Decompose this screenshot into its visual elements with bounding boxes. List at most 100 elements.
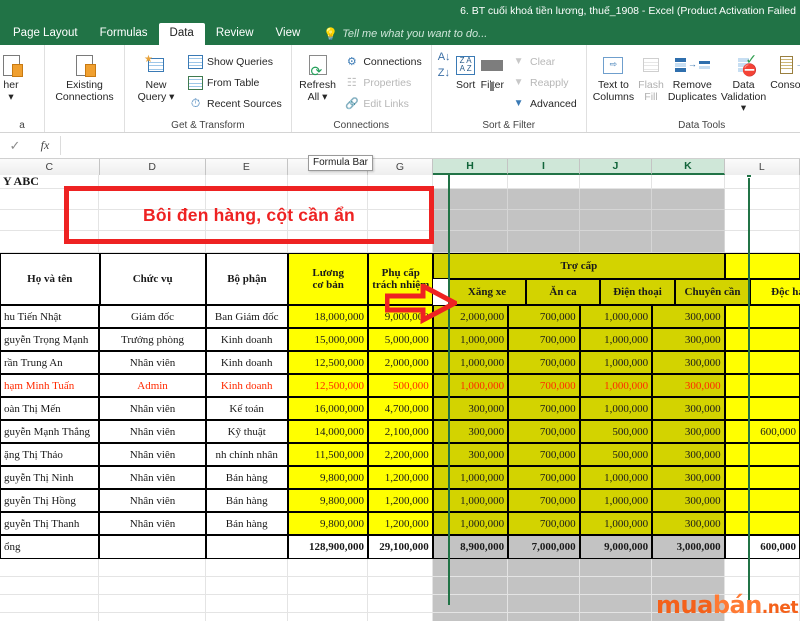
cell-selected-blank[interactable] (579, 577, 653, 595)
column-header-c[interactable]: C (0, 159, 100, 175)
cell-blank[interactable] (724, 175, 800, 189)
cell-blank[interactable] (287, 613, 368, 621)
cell-blank[interactable] (205, 559, 288, 577)
cell-selected-blank[interactable] (579, 595, 653, 613)
cell-phone[interactable]: 1,000,000 (579, 328, 653, 351)
total-cell-allowance[interactable]: 29,100,000 (367, 535, 433, 559)
cell-meal[interactable]: 700,000 (508, 305, 580, 328)
cell-department[interactable]: Kinh doanh (205, 351, 288, 374)
cell-position[interactable]: Giám đốc (99, 305, 206, 328)
cell-selected-blank[interactable] (432, 189, 509, 210)
cell-selected-blank[interactable] (652, 559, 725, 577)
cell-department[interactable]: Bán hàng (205, 466, 288, 489)
cell-hazard[interactable] (724, 397, 800, 420)
cell-responsibility-allowance[interactable]: 2,200,000 (367, 443, 433, 466)
cell-blank[interactable] (99, 595, 206, 613)
header-cell-attendance[interactable]: Chuyên cần (675, 279, 750, 305)
cell-blank[interactable] (205, 595, 288, 613)
cell-department[interactable]: Bán hàng (205, 512, 288, 535)
cell-blank[interactable] (432, 175, 509, 189)
sort-ascending-icon[interactable]: A↓ (438, 52, 451, 63)
formula-input[interactable] (60, 136, 800, 155)
show-queries-button[interactable]: Show Queries (185, 52, 285, 71)
cell-selected-blank[interactable] (508, 210, 580, 231)
cell-hazard[interactable] (724, 466, 800, 489)
cell-phone[interactable]: 1,000,000 (579, 397, 653, 420)
column-header-j[interactable]: J (579, 159, 653, 175)
cell-responsibility-allowance[interactable]: 500,000 (367, 374, 433, 397)
cell-attendance[interactable]: 300,000 (652, 489, 725, 512)
cell-position[interactable]: Trưởng phòng (99, 328, 206, 351)
cell-name[interactable]: oàn Thị Mến (0, 397, 100, 420)
cell-attendance[interactable]: 300,000 (652, 443, 725, 466)
filter-button[interactable]: Filter (481, 48, 504, 92)
new-query-button[interactable]: ★ New Query ▾ (131, 48, 181, 103)
cell-blank[interactable] (205, 613, 288, 621)
cell-hazard[interactable] (724, 351, 800, 374)
total-cell-phone[interactable]: 9,000,000 (579, 535, 653, 559)
header-cell-petrol[interactable]: Xăng xe (448, 279, 526, 305)
cell-blank[interactable] (0, 559, 100, 577)
cell-attendance[interactable]: 300,000 (652, 397, 725, 420)
cell-position[interactable]: Admin (99, 374, 206, 397)
total-cell-label[interactable]: ổng (0, 535, 100, 559)
total-cell-base[interactable]: 128,900,000 (287, 535, 368, 559)
column-header-d[interactable]: D (99, 159, 206, 175)
cell-selected-blank[interactable] (432, 231, 509, 253)
cell-selected-blank[interactable] (432, 595, 509, 613)
cell-attendance[interactable]: 300,000 (652, 420, 725, 443)
cell-base-salary[interactable]: 16,000,000 (287, 397, 368, 420)
cell-base-salary[interactable]: 9,800,000 (287, 512, 368, 535)
cell-department[interactable]: Bán hàng (205, 489, 288, 512)
cell-selected-blank[interactable] (432, 577, 509, 595)
cell-attendance[interactable]: 300,000 (652, 328, 725, 351)
cell-position[interactable]: Nhân viên (99, 420, 206, 443)
cell-phone[interactable]: 500,000 (579, 420, 653, 443)
cell-blank[interactable] (724, 189, 800, 210)
refresh-all-button[interactable]: Refresh All ▾ (298, 48, 338, 103)
cell-petrol[interactable]: 1,000,000 (432, 374, 509, 397)
cell-position[interactable]: Nhân viên (99, 512, 206, 535)
cell-name[interactable]: guyễn Mạnh Thắng (0, 420, 100, 443)
cell-petrol[interactable]: 1,000,000 (432, 512, 509, 535)
cell-blank[interactable] (287, 595, 368, 613)
cell-responsibility-allowance[interactable]: 2,000,000 (367, 351, 433, 374)
total-cell-attendance[interactable]: 3,000,000 (652, 535, 725, 559)
header-cell-allowance-group[interactable]: Trợ cấp (433, 253, 725, 279)
cell-blank[interactable] (0, 595, 100, 613)
total-cell-petrol[interactable]: 8,900,000 (432, 535, 509, 559)
tab-data[interactable]: Data (158, 23, 205, 45)
cell-base-salary[interactable]: 9,800,000 (287, 489, 368, 512)
column-header-g[interactable]: G (368, 159, 433, 175)
header-cell-phone[interactable]: Điện thoại (600, 279, 675, 305)
cell-hazard[interactable] (724, 489, 800, 512)
cell-selected-blank[interactable] (579, 231, 653, 253)
cell-meal[interactable]: 700,000 (508, 351, 580, 374)
cell-name[interactable]: hạm Minh Tuấn (0, 374, 100, 397)
get-external-data-button[interactable]: her ▾ (0, 48, 38, 103)
cell-hazard[interactable] (724, 305, 800, 328)
cell-selected-blank[interactable] (579, 210, 653, 231)
column-header-l[interactable]: L (724, 159, 800, 175)
cell-hazard[interactable] (724, 328, 800, 351)
cell-blank[interactable] (205, 577, 288, 595)
cell-blank[interactable] (99, 577, 206, 595)
cell-blank[interactable] (287, 559, 368, 577)
tell-me-search[interactable]: 💡 Tell me what you want to do... (311, 27, 487, 45)
cell-base-salary[interactable]: 12,500,000 (287, 374, 368, 397)
cell-petrol[interactable]: 300,000 (432, 420, 509, 443)
cell-department[interactable]: nh chính nhân (205, 443, 288, 466)
cell-base-salary[interactable]: 18,000,000 (287, 305, 368, 328)
header-cell-department[interactable]: Bộ phận (205, 253, 289, 305)
cell-base-salary[interactable]: 14,000,000 (287, 420, 368, 443)
cell-meal[interactable]: 700,000 (508, 374, 580, 397)
tab-review[interactable]: Review (205, 23, 265, 45)
cell-phone[interactable]: 1,000,000 (579, 466, 653, 489)
fx-icon[interactable]: fx (30, 138, 60, 153)
cell-petrol[interactable]: 1,000,000 (432, 351, 509, 374)
cell-department[interactable]: Kỹ thuật (205, 420, 288, 443)
sort-descending-icon[interactable]: Z↓ (438, 68, 451, 79)
cell-responsibility-allowance[interactable]: 1,200,000 (367, 466, 433, 489)
cell-position[interactable]: Nhân viên (99, 443, 206, 466)
cell-selected-blank[interactable] (579, 559, 653, 577)
